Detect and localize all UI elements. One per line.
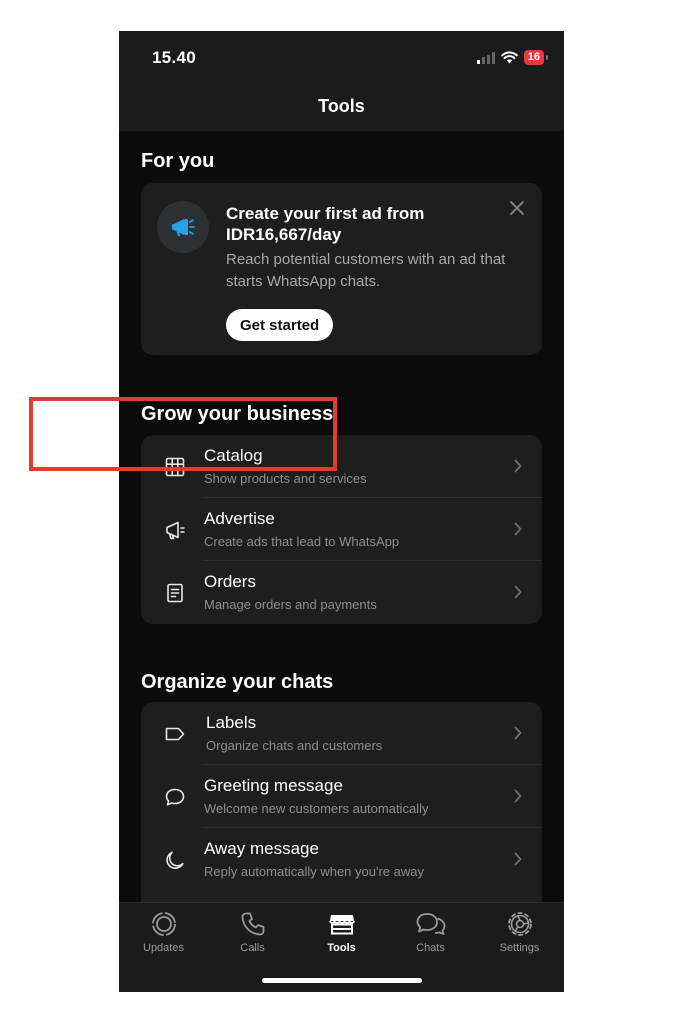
organize-chats-card: Labels Organize chats and customers Gree… xyxy=(141,702,542,902)
tab-updates[interactable]: Updates xyxy=(119,909,208,954)
tab-tools[interactable]: Tools xyxy=(297,909,386,954)
chevron-right-icon xyxy=(514,726,522,740)
megaphone-icon xyxy=(166,521,185,540)
promo-title: Create your first ad from IDR16,667/day xyxy=(226,204,425,244)
tab-chats[interactable]: Chats xyxy=(386,909,475,954)
list-item-orders[interactable]: Orders Manage orders and payments xyxy=(141,561,542,624)
chat-bubble-icon xyxy=(165,788,185,806)
item-title: Labels xyxy=(206,713,257,732)
item-subtitle: Create ads that lead to WhatsApp xyxy=(204,534,400,549)
item-subtitle: Organize chats and customers xyxy=(206,738,383,753)
home-indicator xyxy=(262,978,422,983)
tab-label: Chats xyxy=(416,942,445,954)
promo-description: Reach potential customers with an ad tha… xyxy=(226,251,506,290)
chevron-right-icon xyxy=(514,522,522,536)
nav-header: Tools xyxy=(119,81,564,131)
phone-icon xyxy=(241,912,264,936)
item-title: Advertise xyxy=(204,509,275,528)
status-time: 15.40 xyxy=(152,48,197,67)
item-title: Greeting message xyxy=(204,776,343,795)
wifi-icon xyxy=(500,51,518,64)
tab-calls[interactable]: Calls xyxy=(208,909,297,954)
label-icon xyxy=(165,727,185,741)
item-subtitle: Show products and services xyxy=(204,471,367,486)
section-title-for-you: For you xyxy=(141,150,215,172)
tab-settings[interactable]: Settings xyxy=(475,909,564,954)
list-item-catalog[interactable]: Catalog Show products and services xyxy=(141,435,542,498)
grow-business-card: Catalog Show products and services Adver… xyxy=(141,435,542,624)
status-icons: 16 xyxy=(476,50,549,65)
page-title: Tools xyxy=(318,96,365,116)
item-title: Away message xyxy=(204,839,319,858)
battery-indicator: 16 xyxy=(523,50,549,65)
tab-label: Updates xyxy=(143,942,184,954)
section-title-grow-business: Grow your business xyxy=(141,403,334,425)
chevron-right-icon xyxy=(514,459,522,473)
get-started-button[interactable]: Get started xyxy=(226,309,334,341)
chevron-right-icon xyxy=(514,789,522,803)
list-item-greeting-message[interactable]: Greeting message Welcome new customers a… xyxy=(141,765,542,828)
ad-promo-card[interactable]: Create your first ad from IDR16,667/day … xyxy=(141,183,542,355)
item-subtitle: Manage orders and payments xyxy=(204,597,377,612)
megaphone-icon xyxy=(172,219,195,236)
signal-icon xyxy=(476,51,495,64)
list-item-labels[interactable]: Labels Organize chats and customers xyxy=(141,702,542,765)
receipt-icon xyxy=(167,583,183,603)
list-item-advertise[interactable]: Advertise Create ads that lead to WhatsA… xyxy=(141,498,542,561)
item-subtitle: Reply automatically when you're away xyxy=(204,864,424,879)
chevron-right-icon xyxy=(514,585,522,599)
status-bar: 15.40 16 xyxy=(119,31,564,81)
phone-screen: 15.40 16 Tools For you Create your first… xyxy=(119,31,564,992)
item-title: Catalog xyxy=(204,446,263,465)
tab-label: Calls xyxy=(240,942,265,954)
tools-content[interactable]: For you Create your first ad from IDR16,… xyxy=(119,131,564,902)
moon-icon xyxy=(166,851,184,869)
tab-label: Settings xyxy=(499,942,540,954)
gear-icon xyxy=(507,912,532,936)
updates-icon xyxy=(151,912,176,936)
chats-icon xyxy=(416,913,445,935)
tab-label: Tools xyxy=(327,942,356,954)
item-subtitle: Welcome new customers automatically xyxy=(204,801,429,816)
item-title: Orders xyxy=(204,572,256,591)
list-item-away-message[interactable]: Away message Reply automatically when yo… xyxy=(141,828,542,891)
promo-icon-badge xyxy=(157,201,209,253)
section-title-organize-chats: Organize your chats xyxy=(141,671,334,693)
chevron-right-icon xyxy=(514,852,522,866)
grid-icon xyxy=(165,457,185,477)
store-icon xyxy=(328,915,355,935)
close-icon[interactable] xyxy=(510,201,524,215)
